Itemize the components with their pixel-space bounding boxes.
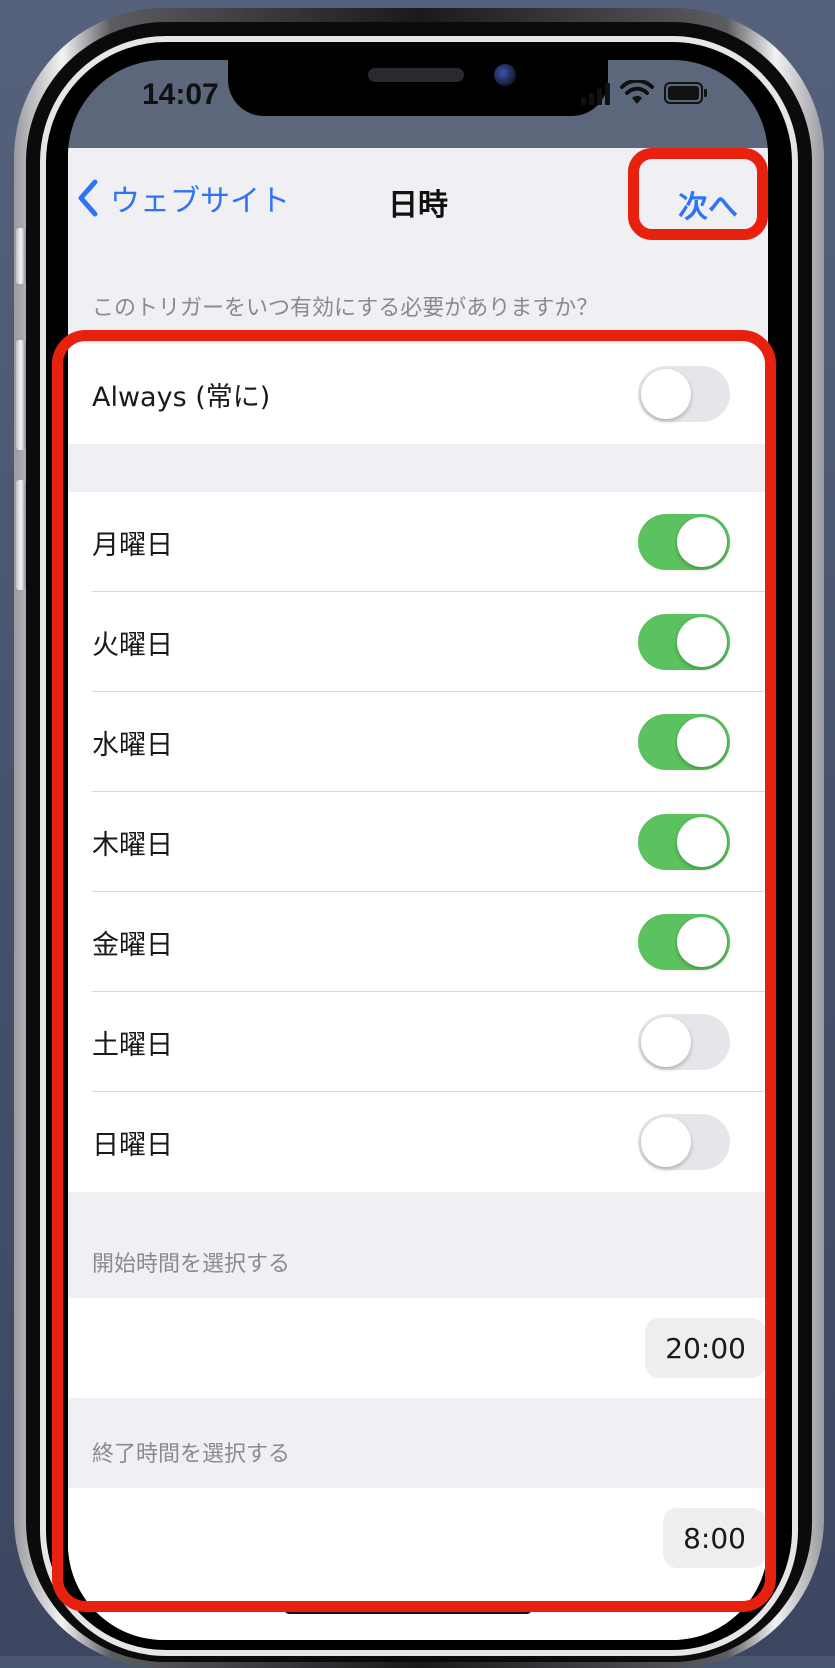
status-bar: 14:07 bbox=[68, 60, 768, 150]
trigger-prompt-header: このトリガーをいつ有効にする必要がありますか？ bbox=[92, 296, 599, 321]
status-time: 14:07 bbox=[142, 78, 219, 111]
battery-icon bbox=[664, 82, 707, 104]
highlight-next-button bbox=[628, 148, 768, 240]
signal-icon bbox=[581, 81, 610, 105]
volume-down-button bbox=[16, 480, 26, 590]
speaker-grille bbox=[368, 68, 464, 82]
notch bbox=[228, 60, 608, 116]
mute-switch bbox=[16, 228, 26, 284]
highlight-settings-area bbox=[52, 330, 776, 1612]
front-camera bbox=[494, 64, 516, 86]
wifi-icon bbox=[620, 80, 654, 104]
status-icons bbox=[581, 80, 708, 106]
volume-up-button bbox=[16, 340, 26, 450]
